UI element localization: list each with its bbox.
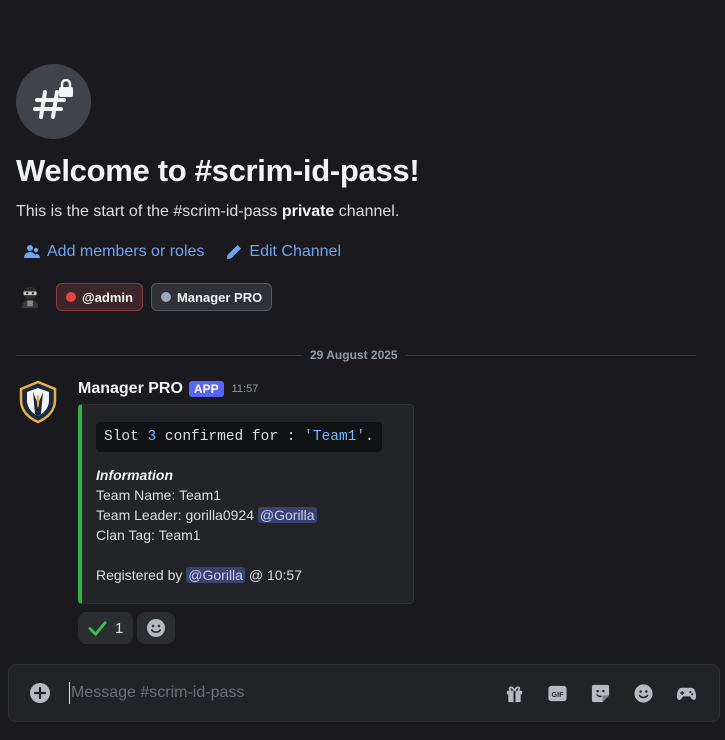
embed-clan-tag: Clan Tag: Team1 — [96, 527, 201, 543]
message-composer: GIF — [8, 664, 720, 722]
edit-channel-label: Edit Channel — [249, 243, 342, 260]
smiley-icon — [633, 683, 653, 703]
text-caret — [69, 682, 70, 704]
reactions-bar: 1 — [78, 612, 678, 644]
reaction-check[interactable]: 1 — [78, 612, 134, 644]
ninja-avatar-icon — [21, 286, 39, 309]
inline-code-block: Slot 3 confirmed for : 'Team1'. — [96, 422, 382, 452]
gift-button[interactable] — [503, 682, 525, 704]
gamepad-icon — [676, 687, 696, 700]
add-people-icon — [24, 245, 40, 258]
gif-button[interactable]: GIF — [546, 682, 568, 704]
gif-icon: GIF — [547, 685, 567, 701]
channel-icon-circle — [16, 64, 91, 139]
date-divider-label: 29 August 2025 — [302, 348, 406, 362]
app-badge: APP — [188, 381, 224, 397]
edit-channel-button[interactable]: Edit Channel — [226, 243, 341, 261]
shield-icon — [19, 380, 57, 424]
channel-actions: Add members or roles Edit Channel — [16, 243, 706, 261]
role-admin-label: @admin — [82, 289, 133, 305]
gift-icon — [506, 686, 522, 702]
message-timestamp[interactable]: 11:57 — [232, 383, 259, 395]
author-name[interactable]: Manager PRO — [78, 380, 183, 398]
message-body: Manager PRO APP 11:57 Slot 3 confirmed f… — [78, 378, 678, 644]
user-mention[interactable]: @Gorilla — [257, 507, 317, 523]
role-manager-pro[interactable]: Manager PRO — [150, 283, 273, 311]
embed-field-title: Information — [96, 467, 173, 483]
channel-roles: @admin Manager PRO — [16, 283, 706, 311]
welcome-subtitle: This is the start of the #scrim-id-pass … — [16, 203, 400, 220]
composer-toolbar: GIF — [503, 682, 697, 704]
message-header: Manager PRO APP 11:57 — [78, 378, 678, 400]
role-color-dot — [160, 292, 171, 302]
svg-text:GIF: GIF — [551, 690, 564, 698]
role-color-dot — [66, 292, 76, 302]
add-members-label: Add members or roles — [47, 243, 205, 260]
message-input[interactable] — [71, 684, 471, 702]
check-mark-icon — [88, 620, 107, 636]
user-mention[interactable]: @Gorilla — [186, 567, 245, 583]
smiley-icon — [147, 619, 166, 637]
sticker-button[interactable] — [589, 682, 611, 704]
embed-team-name: Team Name: Team1 — [96, 487, 222, 503]
welcome-title: Welcome to #scrim-id-pass! — [16, 153, 420, 188]
activities-button[interactable] — [675, 682, 697, 704]
pencil-icon — [227, 245, 242, 259]
hash-lock-icon — [32, 78, 73, 119]
add-members-button[interactable]: Add members or roles — [24, 243, 204, 261]
role-admin[interactable]: @admin — [56, 283, 143, 311]
channel-welcome: Welcome to #scrim-id-pass! This is the s… — [16, 64, 706, 311]
emoji-button[interactable] — [632, 682, 654, 704]
member-avatar[interactable] — [16, 283, 44, 311]
add-reaction-button[interactable] — [137, 612, 176, 644]
embed-registered-by: Registered by @Gorilla @ 10:57 — [96, 567, 302, 583]
message-embed: Slot 3 confirmed for : 'Team1'. Informat… — [78, 404, 414, 604]
embed-team-leader: Team Leader: gorilla0924 @Gorilla — [96, 507, 317, 523]
role-manager-label: Manager PRO — [176, 289, 263, 305]
reaction-count: 1 — [115, 619, 124, 637]
plus-circle-icon[interactable] — [29, 682, 51, 704]
sticker-icon — [591, 684, 609, 702]
bot-avatar[interactable] — [18, 380, 58, 424]
